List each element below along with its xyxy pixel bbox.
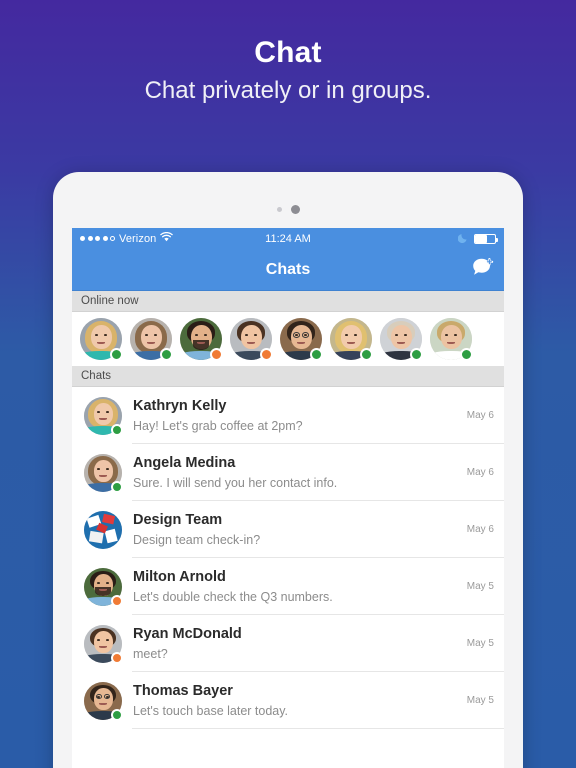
chat-name: Thomas Bayer xyxy=(133,682,233,699)
online-avatar[interactable] xyxy=(80,318,123,361)
chat-list-item[interactable]: Milton Arnold Let's double check the Q3 n… xyxy=(72,558,504,615)
battery-icon xyxy=(474,233,498,244)
chat-text: Thomas Bayer Let's touch base later today… xyxy=(133,681,459,721)
avatar xyxy=(84,510,122,549)
status-badge xyxy=(310,348,323,361)
chat-avatar xyxy=(84,510,122,549)
page-subtitle: Chat privately or in groups. xyxy=(144,77,432,104)
status-bar: Verizon 11:24 AM xyxy=(72,228,504,249)
chat-preview: Hay! Let's grab coffee at 2pm? xyxy=(133,418,303,433)
chat-preview: Design team check-in? xyxy=(133,532,261,547)
carrier-label: Verizon xyxy=(119,232,157,245)
online-avatar[interactable] xyxy=(330,318,373,361)
status-badge xyxy=(111,708,123,721)
chat-list-item[interactable]: Angela Medina Sure. I will send you her c… xyxy=(72,444,504,501)
chat-name: Kathryn Kelly xyxy=(133,397,227,414)
chat-list-item[interactable]: Thomas Bayer Let's touch base later today… xyxy=(72,672,504,729)
chat-date: May 6 xyxy=(466,410,494,421)
chat-avatar xyxy=(84,624,123,664)
chat-avatar xyxy=(84,681,123,721)
online-now-strip[interactable] xyxy=(72,312,504,366)
online-avatar[interactable] xyxy=(180,318,223,361)
chat-text: Kathryn Kelly Hay! Let's grab coffee at 2… xyxy=(133,396,459,436)
online-avatar[interactable] xyxy=(130,318,173,361)
online-avatar[interactable] xyxy=(430,318,473,361)
chat-avatar xyxy=(84,567,123,607)
status-badge xyxy=(260,348,273,361)
chat-preview: Let's double check the Q3 numbers. xyxy=(133,589,333,604)
chat-date: May 6 xyxy=(466,467,494,478)
speaker-dot-icon xyxy=(290,204,300,214)
status-bar-right xyxy=(457,232,498,246)
chat-text: Angela Medina Sure. I will send you her c… xyxy=(133,453,459,493)
chat-text: Design Team Design team check-in? xyxy=(133,510,459,550)
online-avatar[interactable] xyxy=(230,318,273,361)
status-badge xyxy=(111,651,123,664)
chat-name: Design Team xyxy=(133,511,223,528)
chat-list-item[interactable]: Design Team Design team check-in? May 6 xyxy=(72,501,504,558)
status-badge xyxy=(460,348,473,361)
section-header-online: Online now xyxy=(72,291,504,312)
chat-list: Kathryn Kelly Hay! Let's grab coffee at 2… xyxy=(72,387,504,729)
chat-date: May 5 xyxy=(466,695,494,706)
chat-preview: Let's touch base later today. xyxy=(133,703,289,718)
chat-text: Milton Arnold Let's double check the Q3 n… xyxy=(133,567,459,607)
online-avatar[interactable] xyxy=(380,318,423,361)
section-header-online-label: Online now xyxy=(81,295,139,307)
status-badge xyxy=(410,348,423,361)
status-badge xyxy=(360,348,373,361)
device-sensor-row xyxy=(53,204,523,214)
chat-name: Milton Arnold xyxy=(133,568,226,585)
nav-title: Chats xyxy=(265,260,311,278)
moon-icon xyxy=(457,232,469,246)
chat-avatar xyxy=(84,396,123,436)
status-badge xyxy=(111,594,123,607)
phone-screen: Verizon 11:24 AM Chats Online now Chats … xyxy=(72,228,504,768)
section-header-chats: Chats xyxy=(72,366,504,387)
chat-date: May 5 xyxy=(466,581,494,592)
phone-device-frame: Verizon 11:24 AM Chats Online now Chats … xyxy=(53,172,523,768)
camera-dot-icon xyxy=(276,206,282,212)
navigation-bar: Chats xyxy=(72,249,504,291)
status-badge xyxy=(111,423,123,436)
chat-preview: meet? xyxy=(133,646,168,661)
status-badge xyxy=(110,348,123,361)
chat-text: Ryan McDonald meet? xyxy=(133,624,459,664)
chat-avatar xyxy=(84,453,123,493)
online-avatar[interactable] xyxy=(280,318,323,361)
status-bar-left: Verizon xyxy=(80,232,174,245)
wifi-icon xyxy=(160,232,174,245)
promo-header: Chat Chat privately or in groups. xyxy=(0,0,576,108)
status-badge xyxy=(210,348,223,361)
chat-list-item[interactable]: Ryan McDonald meet? May 5 xyxy=(72,615,504,672)
status-badge xyxy=(111,480,123,493)
chat-name: Ryan McDonald xyxy=(133,625,242,642)
chat-date: May 6 xyxy=(466,524,494,535)
chat-date: May 5 xyxy=(466,638,494,649)
chat-name: Angela Medina xyxy=(133,454,236,471)
signal-strength-icon xyxy=(80,236,115,241)
section-header-chats-label: Chats xyxy=(81,370,112,382)
new-chat-icon[interactable] xyxy=(472,257,494,282)
chat-list-item[interactable]: Kathryn Kelly Hay! Let's grab coffee at 2… xyxy=(72,387,504,444)
page-title: Chat xyxy=(254,36,322,69)
status-badge xyxy=(160,348,173,361)
chat-preview: Sure. I will send you her contact info. xyxy=(133,475,338,490)
